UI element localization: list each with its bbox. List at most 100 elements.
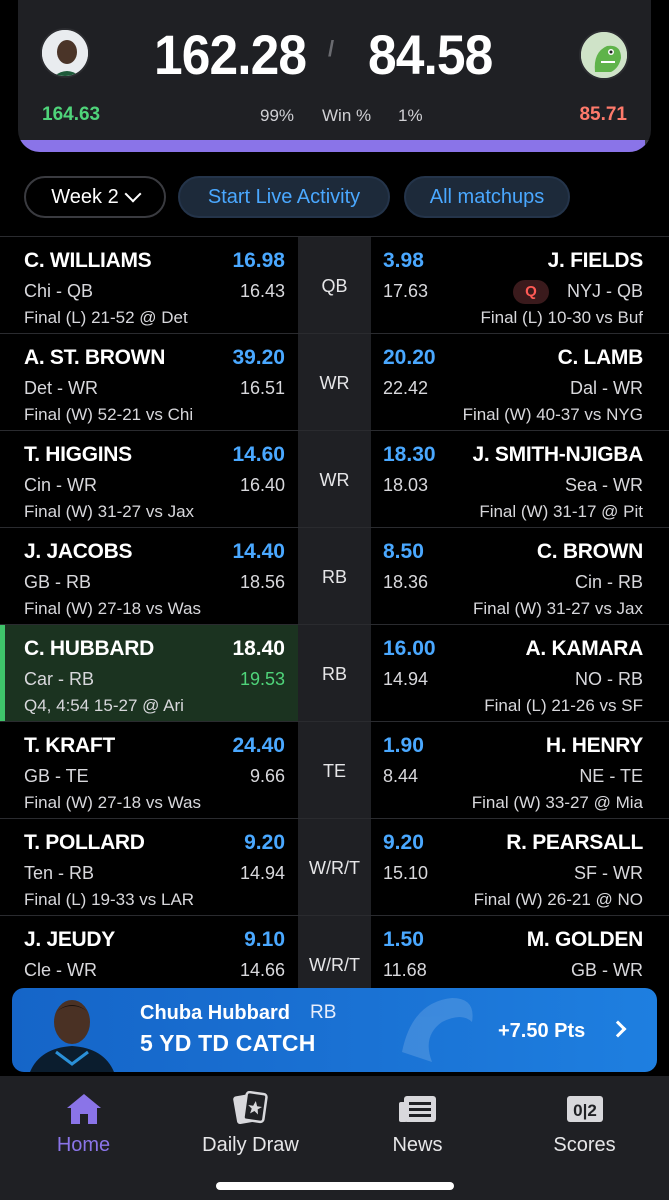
right-player-game: Final (W) 31-17 @ Pit [479,502,643,521]
right-player-name[interactable]: J. FIELDS [548,249,644,273]
position-label: RB [321,664,347,684]
tab-scores-label: Scores [553,1134,616,1156]
right-player-name[interactable]: R. PEARSALL [506,831,643,855]
left-player-team: Ten - RB [24,863,95,883]
right-player-points: 3.98 [383,249,424,272]
banner-player-position: RB [310,1002,337,1023]
left-player-name[interactable]: T. HIGGINS [24,443,132,467]
left-player-points: 16.98 [232,249,285,272]
matchup-row[interactable]: T. HIGGINS 14.60 Cin - WR 16.40 Final (W… [0,430,669,527]
left-score: 162.28 [154,23,307,86]
team-logo-watermark [402,998,473,1062]
left-player-projection: 16.43 [239,281,285,301]
left-player-name[interactable]: A. ST. BROWN [24,346,165,370]
matchup-row[interactable]: C. WILLIAMS 16.98 Chi - QB 16.43 Final (… [0,236,669,333]
position-label: QB [321,276,348,296]
left-player-team: Car - RB [24,669,95,689]
right-player-team: SF - WR [574,863,643,883]
home-indicator [216,1182,454,1190]
banner-points-gained: +7.50 Pts [498,1020,586,1042]
left-player-team: Cin - WR [24,475,97,495]
tab-home[interactable]: Home [0,1092,167,1157]
left-player-game: Final (W) 27-18 vs Was [24,599,201,618]
position-label: W/R/T [309,955,360,975]
matchup-row[interactable]: A. ST. BROWN 39.20 Det - WR 16.51 Final … [0,333,669,430]
right-player-points: 16.00 [383,637,436,660]
position-label: RB [321,567,347,587]
matchup-row[interactable]: J. JACOBS 14.40 GB - RB 18.56 Final (W) … [0,527,669,624]
left-player-projection: 16.40 [239,475,285,495]
right-player-projection: 11.68 [383,960,427,980]
right-player-game: Final (L) 21-26 vs SF [484,696,643,715]
right-player-projection: 14.94 [383,669,429,689]
right-player-name[interactable]: J. SMITH-NJIGBA [472,443,643,467]
left-player-game: Q4, 4:54 15-27 @ Ari [24,696,184,715]
week-selector-label: Week 2 [51,185,119,208]
right-player-name[interactable]: H. HENRY [546,734,643,758]
right-player-name[interactable]: M. GOLDEN [527,928,644,952]
banner-play-description: 5 YD TD CATCH [140,1030,316,1056]
questionable-badge: Q [513,280,549,304]
left-player-points: 18.40 [232,637,285,660]
player-headshot [30,1000,114,1072]
position-label: TE [322,761,346,781]
left-player-projection: 19.53 [239,669,285,689]
tab-daily-draw[interactable]: Daily Draw [167,1091,334,1157]
left-win-percent: 99% [260,106,295,125]
right-player-name[interactable]: C. BROWN [537,540,643,564]
right-player-points: 9.20 [383,831,424,854]
left-player-game: Final (L) 19-33 vs LAR [24,890,195,909]
filter-row: Week 2 Start Live Activity All matchups [24,176,669,220]
right-player-projection: 8.44 [383,766,419,786]
right-player-projection: 17.63 [383,281,429,301]
live-play-banner[interactable]: Chuba Hubbard RB 5 YD TD CATCH +7.50 Pts [12,988,657,1072]
tab-news[interactable]: News [334,1092,501,1157]
team-avatar-left [40,28,90,78]
right-player-points: 18.30 [383,443,436,466]
score-card[interactable]: 162.28 / 84.58 164.63 99% Win % 1% 85.71 [18,0,651,152]
matchup-row-live[interactable]: C. HUBBARD 18.40 Car - RB 19.53 Q4, 4:54… [0,624,669,721]
left-player-projection: 14.94 [239,863,285,883]
left-player-team: Cle - WR [24,960,97,980]
right-player-team: Dal - WR [570,378,643,398]
win-probability-bar-remainder [644,140,651,152]
left-player-game: Final (W) 31-27 vs Jax [24,502,195,521]
week-selector[interactable]: Week 2 [24,176,166,218]
tab-home-label: Home [56,1134,111,1156]
position-label: WR [319,373,350,393]
left-player-name[interactable]: T. POLLARD [24,831,145,855]
tab-daily-draw-label: Daily Draw [202,1134,299,1156]
matchup-row[interactable]: T. POLLARD 9.20 Ten - RB 14.94 Final (L)… [0,818,669,915]
left-player-name[interactable]: J. JACOBS [24,540,132,564]
team-avatar-right [579,30,629,80]
win-probability-bar [18,140,651,152]
right-player-projection: 15.10 [383,863,429,883]
chevron-right-icon[interactable] [609,1020,627,1038]
left-player-points: 24.40 [232,734,285,757]
right-player-projection: 22.42 [383,378,429,398]
news-icon [334,1092,501,1126]
score-divider: / [328,36,335,61]
left-player-game: Final (W) 52-21 vs Chi [24,405,194,424]
home-icon [0,1092,167,1126]
right-player-name[interactable]: A. KAMARA [526,637,644,661]
right-player-game: Final (L) 10-30 vs Buf [480,308,643,327]
scores-icon: 0|2 [501,1092,668,1126]
matchup-row[interactable]: T. KRAFT 24.40 GB - TE 9.66 Final (W) 27… [0,721,669,818]
position-label: W/R/T [309,858,360,878]
left-player-name[interactable]: J. JEUDY [24,928,115,952]
left-player-projection: 9.66 [249,766,285,786]
left-player-projection: 14.66 [239,960,285,980]
left-player-name[interactable]: T. KRAFT [24,734,115,758]
left-player-points: 39.20 [232,346,285,369]
left-player-team: GB - RB [24,572,92,592]
left-player-name[interactable]: C. WILLIAMS [24,249,152,273]
left-player-name[interactable]: C. HUBBARD [24,637,154,661]
start-live-activity-button[interactable]: Start Live Activity [178,176,390,218]
left-player-points: 9.20 [244,831,285,854]
all-matchups-button[interactable]: All matchups [404,176,570,218]
tab-scores[interactable]: 0|2 Scores [501,1092,668,1157]
right-player-points: 8.50 [383,540,424,563]
right-player-name[interactable]: C. LAMB [558,346,644,370]
right-player-game: Final (W) 26-21 @ NO [473,890,643,909]
